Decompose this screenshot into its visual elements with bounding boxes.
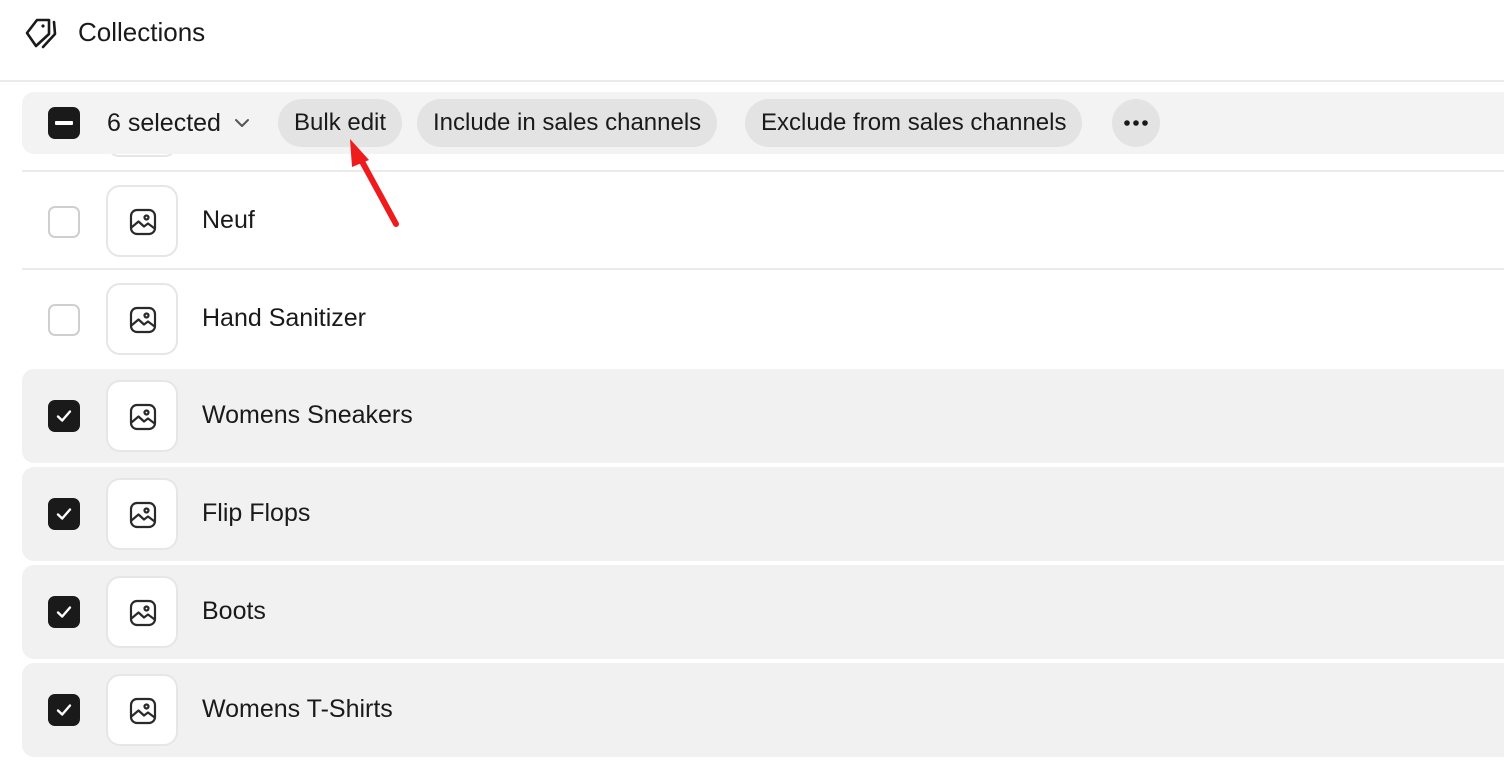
bulk-edit-button[interactable]: Bulk edit <box>278 99 403 147</box>
checkmark-icon <box>56 508 72 520</box>
row-name[interactable]: Hand Sanitizer <box>202 304 366 333</box>
row-thumbnail <box>106 576 178 648</box>
more-actions-button[interactable] <box>1112 99 1160 147</box>
row-name[interactable]: Womens Sneakers <box>202 401 413 430</box>
table-row[interactable]: Womens Sneakers <box>22 369 1504 463</box>
checkmark-icon <box>56 704 72 716</box>
table-row[interactable]: Flip Flops <box>22 467 1504 561</box>
include-sales-channels-button[interactable]: Include in sales channels <box>417 99 718 147</box>
checkmark-icon <box>56 410 72 422</box>
row-checkbox-checked[interactable] <box>48 694 80 726</box>
bulk-action-bar: 6 selected Bulk edit Include in sales ch… <box>22 92 1504 154</box>
image-placeholder-icon <box>129 306 157 334</box>
chevron-down-icon <box>234 119 249 127</box>
more-horizontal-icon <box>1124 120 1148 126</box>
selection-count: 6 selected <box>107 108 221 137</box>
exclude-sales-channels-button[interactable]: Exclude from sales channels <box>745 99 1083 147</box>
row-thumbnail <box>106 674 178 746</box>
row-name[interactable]: Neuf <box>202 206 255 235</box>
row-checkbox[interactable] <box>48 206 80 238</box>
page-title: Collections <box>78 17 206 47</box>
row-thumbnail <box>106 478 178 550</box>
row-name[interactable]: Flip Flops <box>202 499 310 528</box>
table-row[interactable]: Neuf <box>22 170 1504 268</box>
table-row[interactable]: Womens T-Shirts <box>22 663 1504 757</box>
image-placeholder-icon <box>129 599 157 627</box>
table-row[interactable]: Hand Sanitizer <box>22 268 1504 368</box>
row-checkbox-checked[interactable] <box>48 498 80 530</box>
row-thumbnail <box>106 185 178 257</box>
image-placeholder-icon <box>129 208 157 236</box>
row-checkbox[interactable] <box>48 304 80 336</box>
checkmark-icon <box>56 606 72 618</box>
tag-icon <box>25 18 57 49</box>
image-placeholder-icon <box>129 403 157 431</box>
table-row[interactable]: Boots <box>22 565 1504 659</box>
image-placeholder-icon <box>129 697 157 725</box>
row-checkbox-checked[interactable] <box>48 400 80 432</box>
row-thumbnail <box>106 380 178 452</box>
select-all-checkbox[interactable] <box>48 107 80 139</box>
image-placeholder-icon <box>129 501 157 529</box>
page-header: Collections <box>0 0 1504 82</box>
row-name[interactable]: Boots <box>202 597 266 626</box>
row-thumbnail <box>106 283 178 355</box>
row-checkbox-checked[interactable] <box>48 596 80 628</box>
row-name[interactable]: Womens T-Shirts <box>202 695 393 724</box>
selection-count-dropdown[interactable]: 6 selected <box>107 107 251 139</box>
collections-page: Collections 6 selected Bulk edit Include… <box>0 0 1504 768</box>
